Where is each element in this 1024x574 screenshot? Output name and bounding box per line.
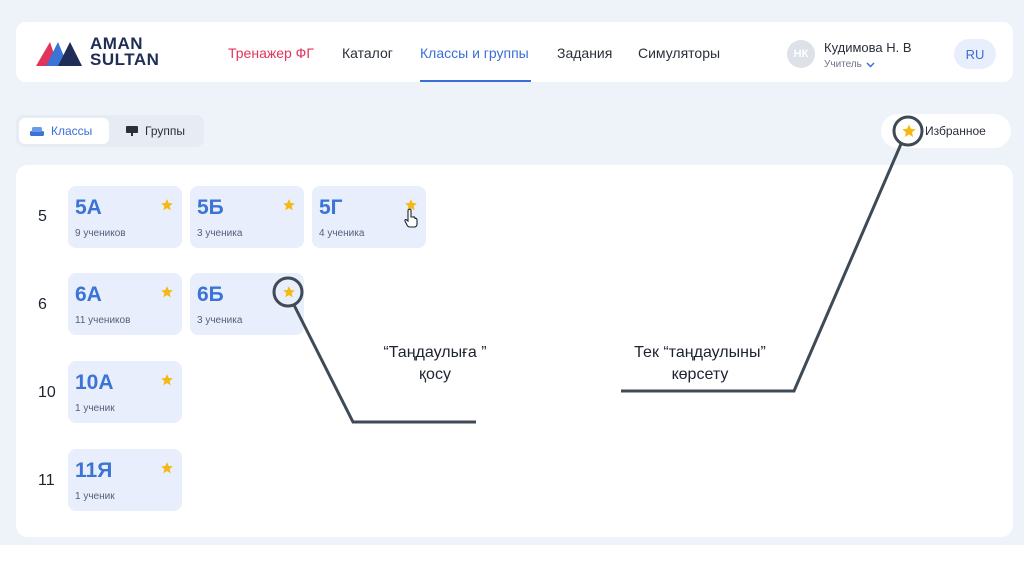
annotation-add-favorite: “Таңдаулыға ” қосу [383,344,487,383]
annotation-show-favorites: Тек “таңдаулыны” көрсету [634,344,766,383]
language-switch[interactable]: RU [954,39,996,69]
grade-label: 6 [38,296,47,313]
classes-groups-toggle: Классы Группы [16,115,204,147]
favorites-filter-button[interactable]: Избранное [881,114,1011,148]
nav-tasks[interactable]: Задания [557,45,612,61]
user-role-label: Учитель [824,59,862,70]
class-name: 5А [75,196,102,219]
grade-label: 10 [38,384,56,401]
student-count: 9 учеников [75,228,126,239]
user-role-dropdown[interactable]: Учитель [824,59,875,70]
top-header: AMAN SULTAN Тренажер ФГ Каталог Классы и… [16,22,1013,82]
class-name: 6Б [197,283,224,306]
class-card[interactable]: 5Б 3 ученика [190,186,304,248]
class-card[interactable]: 6Б 3 ученика [190,273,304,335]
tab-classes[interactable]: Классы [19,118,109,144]
star-icon[interactable] [160,285,174,299]
star-icon [902,124,916,137]
class-name: 5Г [319,196,343,219]
class-name: 5Б [197,196,224,219]
star-icon[interactable] [160,461,174,475]
nav-catalog[interactable]: Каталог [342,45,393,61]
classes-icon [30,127,44,136]
nav-trainer[interactable]: Тренажер ФГ [228,45,314,61]
logo-icon [36,42,82,66]
student-count: 3 ученика [197,228,243,239]
class-card[interactable]: 5А 9 учеников [68,186,182,248]
hand-cursor-icon [404,208,418,228]
user-name: Кудимова Н. В [824,40,912,55]
nav-simulators[interactable]: Симуляторы [638,45,720,61]
class-name: 10А [75,371,114,394]
star-icon[interactable] [160,198,174,212]
avatar[interactable]: НК [787,40,815,68]
logo[interactable]: AMAN SULTAN [36,34,176,70]
class-name: 6А [75,283,102,306]
nav-active-underline [420,80,531,82]
chevron-down-icon [866,61,875,68]
grade-label: 5 [38,208,47,225]
nav-classes-groups[interactable]: Классы и группы [420,45,529,61]
star-icon[interactable] [282,198,296,212]
tab-groups-label: Группы [145,124,185,138]
class-card[interactable]: 5Г 4 ученика [312,186,426,248]
student-count: 11 учеников [75,315,131,326]
class-name: 11Я [75,459,113,482]
class-card[interactable]: 6А 11 учеников [68,273,182,335]
tab-groups[interactable]: Группы [115,118,195,144]
star-icon[interactable] [160,373,174,387]
student-count: 1 ученик [75,403,115,414]
grade-label: 11 [38,472,55,489]
class-card[interactable]: 11Я 1 ученик [68,449,182,511]
favorites-label: Избранное [925,124,986,138]
student-count: 4 ученика [319,228,365,239]
student-count: 1 ученик [75,491,115,502]
class-card[interactable]: 10А 1 ученик [68,361,182,423]
groups-icon [126,126,138,136]
star-icon[interactable] [282,285,296,299]
student-count: 3 ученика [197,315,243,326]
logo-text: AMAN SULTAN [90,34,160,69]
tab-classes-label: Классы [51,124,93,138]
